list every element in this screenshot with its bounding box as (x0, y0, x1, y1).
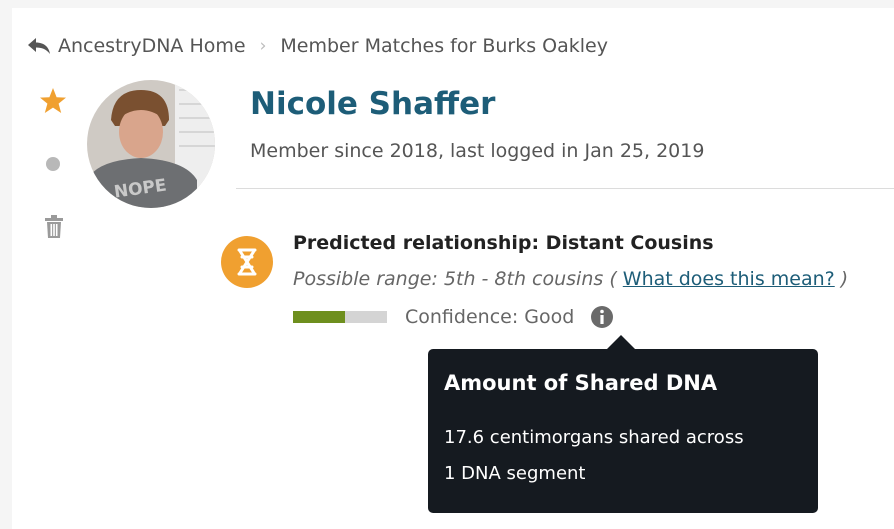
member-meta: Member since 2018, last logged in Jan 25… (250, 140, 705, 162)
shared-dna-tooltip: Amount of Shared DNA 17.6 centimorgans s… (428, 349, 818, 513)
tooltip-line-segments: 1 DNA segment (444, 463, 586, 484)
relationship-title: Predicted relationship: Distant Cousins (293, 232, 714, 254)
info-icon[interactable] (590, 305, 614, 329)
breadcrumb: AncestryDNA Home › Member Matches for Bu… (26, 34, 608, 58)
star-icon[interactable] (38, 86, 68, 116)
trash-icon[interactable] (44, 215, 64, 239)
dna-icon (221, 236, 273, 288)
confidence-bar-fill (293, 311, 345, 323)
avatar[interactable]: NOPE (87, 80, 215, 208)
breadcrumb-current: Member Matches for Burks Oakley (280, 35, 608, 57)
divider (236, 188, 894, 189)
circle-icon[interactable] (46, 157, 60, 171)
confidence-row: Confidence: Good (293, 306, 614, 328)
tooltip-arrow (606, 335, 636, 350)
back-arrow-icon[interactable] (26, 36, 52, 56)
what-does-this-mean-link[interactable]: What does this mean? (623, 268, 835, 290)
range-text: Possible range: 5th - 8th cousins ( (293, 268, 617, 290)
range-suffix: ) (840, 268, 849, 290)
breadcrumb-separator-icon: › (259, 36, 267, 56)
confidence-label: Confidence: Good (405, 306, 575, 328)
breadcrumb-home-link[interactable]: AncestryDNA Home (58, 35, 246, 57)
tooltip-title: Amount of Shared DNA (444, 371, 718, 395)
tooltip-line-centimorgans: 17.6 centimorgans shared across (444, 427, 744, 448)
member-name[interactable]: Nicole Shaffer (250, 86, 495, 122)
relationship-range: Possible range: 5th - 8th cousins ( What… (293, 268, 848, 290)
confidence-bar (293, 311, 387, 323)
